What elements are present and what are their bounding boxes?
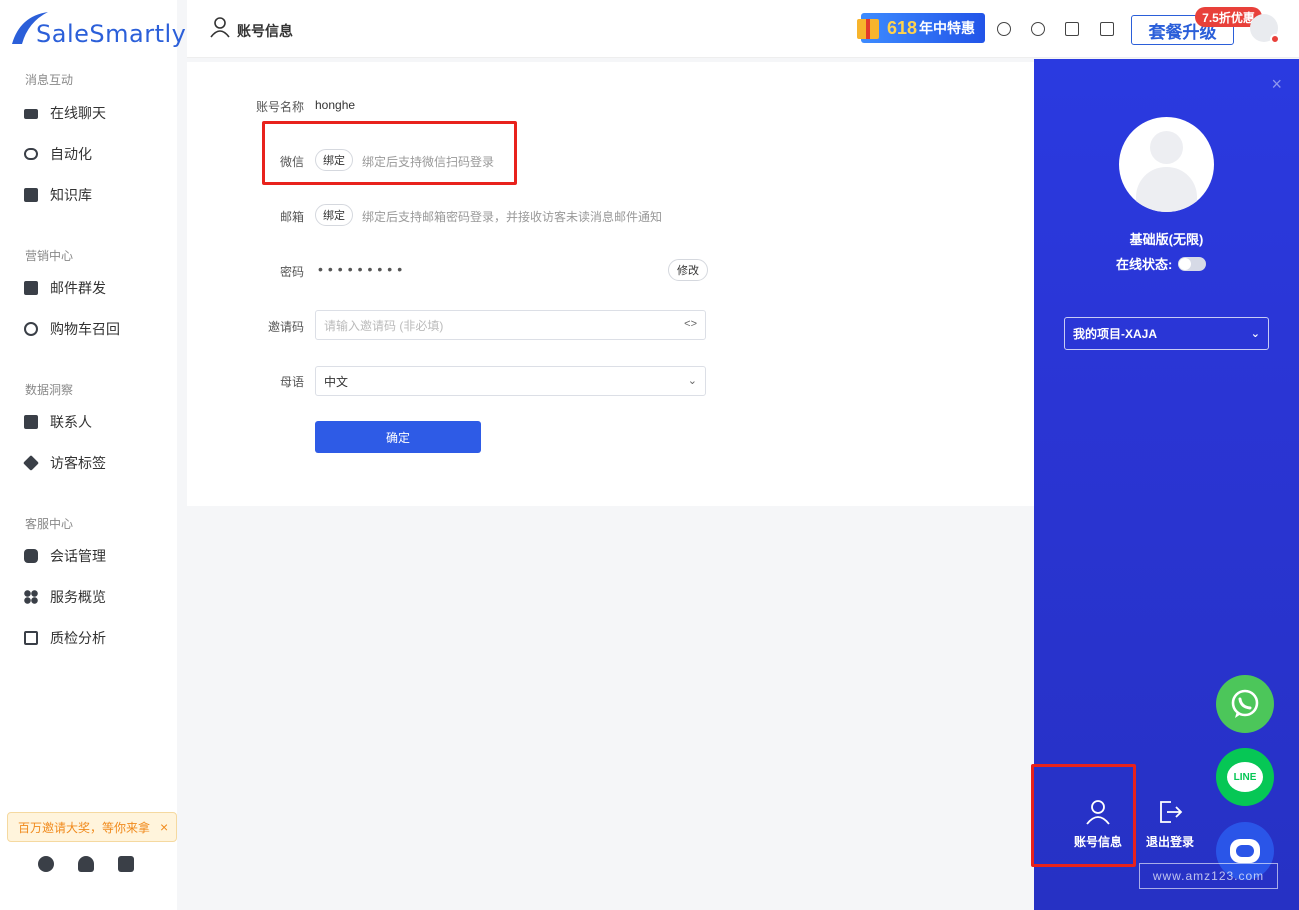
email-hint: 绑定后支持邮箱密码登录，并接收访客未读消息邮件通知 [362,210,663,224]
notification-dot [1270,34,1280,44]
section-title-marketing: 营销中心 [25,249,74,263]
pie-chart-icon[interactable] [1031,22,1045,36]
help-icon[interactable] [118,856,134,872]
sidebar-item-session-management[interactable]: 会话管理 [24,546,106,566]
highlight-box-account [1031,764,1136,867]
top-header: 账号信息 618 年中特惠 套餐升级 7.5折优惠 [187,0,1299,58]
invite-code-placeholder: 请输入邀请码 (非必填) [324,318,444,333]
avatar-body-shape [1136,167,1197,212]
line-icon: LINE [1227,762,1263,792]
sidebar-item-automation[interactable]: 自动化 [24,144,92,164]
promo-text: 年中特惠 [919,20,976,36]
sidebar-item-email-campaign[interactable]: 邮件群发 [24,278,106,298]
line-button[interactable]: LINE [1216,748,1274,806]
book-icon [24,188,38,202]
account-name-value: honghe [315,98,356,112]
native-language-select[interactable]: 中文 ⌄ [315,366,706,396]
chat-icon [24,109,38,119]
native-language-label: 母语 [279,375,304,389]
highlight-box-wechat [262,121,517,185]
password-label: 密码 [279,265,304,279]
account-name-label: 账号名称 [255,100,304,114]
avatar-head-shape [1150,131,1183,164]
session-icon [24,549,38,563]
invite-promo-text: 百万邀请大奖，等你来拿 [18,820,151,835]
handshake-icon[interactable] [78,856,94,872]
contact-icon [24,415,38,429]
code-icon[interactable]: <> [684,318,697,330]
gift-icon [857,19,879,39]
chat-bubble-icon [1230,839,1260,863]
account-info-card: 账号名称 honghe 微信 绑定 绑定后支持微信扫码登录 邮箱 绑定 绑定后支… [187,62,1034,506]
profile-avatar[interactable] [1119,117,1214,212]
tag-icon [23,455,39,471]
invite-code-input[interactable]: 请输入邀请码 (非必填) <> [315,310,706,340]
overview-icon [24,590,38,604]
cart-recall-icon [24,322,38,336]
chart-icon [24,631,38,645]
close-icon[interactable]: × [160,819,168,835]
brand-name: SaleSmartly [36,20,187,48]
compass-icon[interactable] [997,22,1011,36]
logout-icon [1160,801,1183,823]
project-select-value: 我的项目-XAJA [1073,327,1158,341]
sidebar-item-label: 购物车召回 [50,321,120,337]
email-bind-button[interactable]: 绑定 [315,204,353,226]
sidebar-item-quality-analysis[interactable]: 质检分析 [24,628,106,648]
sidebar-item-cart-recall[interactable]: 购物车召回 [24,319,120,339]
robot-icon [24,148,38,160]
native-language-value: 中文 [324,374,349,389]
sidebar-item-visitor-tags[interactable]: 访客标签 [23,453,106,473]
confirm-button[interactable]: 确定 [315,421,481,453]
sidebar-item-label: 邮件群发 [50,280,106,296]
section-title-insights: 数据洞察 [25,383,74,397]
chevron-down-icon: ⌄ [1250,328,1260,340]
sidebar-item-label: 服务概览 [50,589,106,605]
gear-icon[interactable] [38,856,54,872]
online-status: 在线状态: [1116,254,1207,273]
whatsapp-button[interactable] [1216,675,1274,733]
logout-label: 退出登录 [1145,835,1194,849]
page-title: 账号信息 [237,23,293,39]
sidebar-item-knowledge-base[interactable]: 知识库 [24,185,92,205]
watermark: www.amz123.com [1139,863,1278,889]
sidebar-item-label: 知识库 [50,187,92,203]
sidebar-item-live-chat[interactable]: 在线聊天 [24,103,106,123]
password-edit-button[interactable]: 修改 [668,259,708,281]
invite-promo-banner[interactable]: 百万邀请大奖，等你来拿 × [7,812,177,842]
project-select[interactable]: 我的项目-XAJA ⌄ [1064,317,1269,350]
online-status-toggle[interactable] [1178,256,1207,271]
invite-code-label: 邀请码 [267,320,304,334]
section-title-messaging: 消息互动 [25,73,74,87]
sidebar: SaleSmartly 消息互动 在线聊天 自动化 知识库 营销中心 邮件群发 … [0,0,186,910]
online-status-label: 在线状态: [1116,257,1173,272]
brand-logo[interactable]: SaleSmartly [10,8,186,52]
promo-number: 618 [887,17,918,38]
sidebar-item-label: 联系人 [50,414,92,430]
user-icon [210,17,230,38]
close-icon[interactable]: × [1271,74,1282,95]
sidebar-item-label: 访客标签 [50,455,106,471]
password-mask: ••••••••• [318,261,408,277]
sidebar-item-label: 会话管理 [50,548,106,564]
sidebar-item-label: 质检分析 [50,630,106,646]
plan-name: 基础版(无限) [1129,232,1204,247]
sidebar-item-service-overview[interactable]: 服务概览 [24,587,106,607]
sidebar-bottom-toolbar [38,856,134,872]
sidebar-item-label: 在线聊天 [50,105,106,121]
sidebar-item-label: 自动化 [50,146,92,162]
section-title-service: 客服中心 [25,517,74,531]
chevron-down-icon: ⌄ [687,375,697,387]
email-label: 邮箱 [279,210,304,224]
logout-button[interactable]: 退出登录 [1143,799,1197,850]
whatsapp-icon [1231,689,1259,718]
mid-year-promo-badge[interactable]: 618 年中特惠 [857,13,985,43]
gift-icon [24,281,38,295]
screen-icon[interactable] [1100,22,1114,36]
devices-icon[interactable] [1065,22,1079,36]
sidebar-item-contacts[interactable]: 联系人 [24,412,92,432]
avatar[interactable] [1250,14,1280,44]
